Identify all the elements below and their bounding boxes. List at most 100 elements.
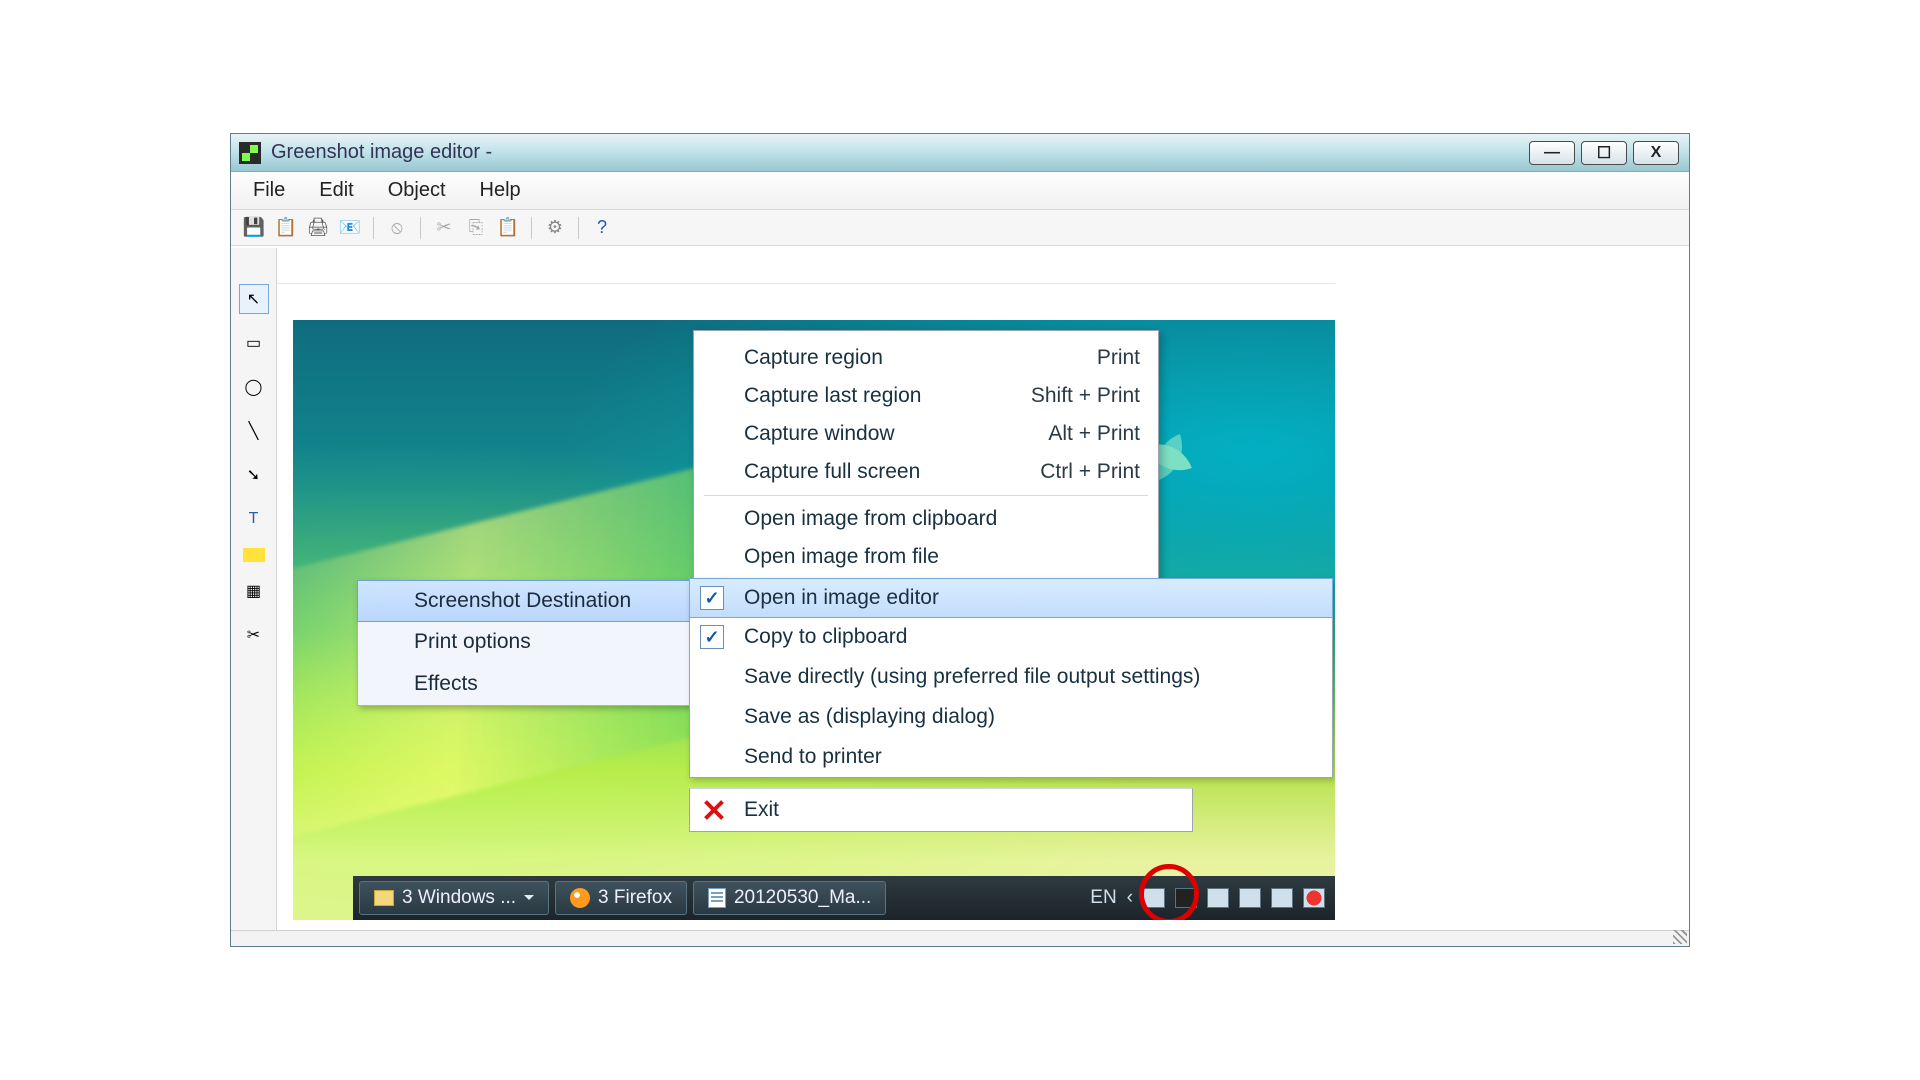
- arrow-tool-icon[interactable]: ➘: [239, 460, 269, 490]
- language-indicator[interactable]: EN: [1090, 887, 1116, 909]
- dest-send-to-printer[interactable]: Send to printer: [690, 737, 1332, 777]
- checkbox-checked-icon: ✓: [700, 586, 724, 610]
- copy-icon[interactable]: ⎘: [463, 216, 489, 240]
- menubar: File Edit Object Help: [231, 172, 1689, 210]
- image-canvas[interactable]: Capture region Print Capture last region…: [293, 320, 1335, 920]
- chevron-down-icon: [524, 895, 534, 905]
- document-icon: [708, 888, 726, 908]
- dest-copy-clipboard[interactable]: ✓ Copy to clipboard: [690, 617, 1332, 657]
- email-icon[interactable]: 📧: [337, 216, 363, 240]
- ruler-area: [277, 248, 1335, 284]
- minimize-button[interactable]: —: [1529, 141, 1575, 165]
- line-tool-icon[interactable]: ╲: [239, 416, 269, 446]
- cut-icon[interactable]: ✂: [431, 216, 457, 240]
- menu-capture-fullscreen[interactable]: Capture full screen Ctrl + Print: [694, 453, 1158, 491]
- cursor-tool-icon[interactable]: ↖: [239, 284, 269, 314]
- menu-shortcut: Shift + Print: [1031, 384, 1140, 408]
- submenu-label: Send to printer: [744, 745, 882, 769]
- menu-label: Capture full screen: [744, 460, 920, 484]
- menu-shortcut: Alt + Print: [1048, 422, 1140, 446]
- menu-separator: [704, 495, 1148, 496]
- submenu-label: Open in image editor: [744, 586, 939, 610]
- taskbar-label: 3 Windows ...: [402, 887, 516, 909]
- tool-palette: ↖ ▭ ◯ ╲ ➘ T ▦ ✂: [231, 248, 277, 930]
- menu-label: Open image from file: [744, 545, 939, 569]
- submenu-label: Save directly (using preferred file outp…: [744, 665, 1200, 689]
- menu-label: Exit: [744, 798, 779, 822]
- submenu-screenshot-destination[interactable]: Screenshot Destination: [357, 580, 729, 622]
- menu-file[interactable]: File: [253, 179, 285, 202]
- taskbar-label: 3 Firefox: [598, 887, 672, 909]
- submenu-label: Screenshot Destination: [414, 589, 631, 613]
- settings-icon[interactable]: ⚙: [542, 216, 568, 240]
- menu-label: Open image from clipboard: [744, 507, 997, 531]
- clipboard-icon[interactable]: 📋: [273, 216, 299, 240]
- folder-icon: [374, 890, 394, 906]
- submenu-effects[interactable]: Effects: [358, 663, 728, 705]
- close-icon: [702, 799, 724, 821]
- annotation-circle-icon: [1139, 864, 1199, 920]
- submenu-label: Copy to clipboard: [744, 625, 907, 649]
- menu-edit[interactable]: Edit: [319, 179, 353, 202]
- separator: [531, 217, 532, 239]
- submenu-label: Save as (displaying dialog): [744, 705, 995, 729]
- menu-capture-region[interactable]: Capture region Print: [694, 339, 1158, 377]
- disabled-circle-icon: ⦸: [384, 216, 410, 240]
- windows-taskbar: 3 Windows ... 3 Firefox 20120530_Ma...: [353, 876, 1335, 920]
- text-tool-icon[interactable]: T: [239, 504, 269, 534]
- taskbar-item-firefox[interactable]: 3 Firefox: [555, 881, 687, 915]
- taskbar-item-explorer[interactable]: 3 Windows ...: [359, 881, 549, 915]
- settings-submenu: Screenshot Destination Print options Eff…: [357, 580, 729, 706]
- menu-object[interactable]: Object: [388, 179, 446, 202]
- menu-help[interactable]: Help: [480, 179, 521, 202]
- canvas-pane: Capture region Print Capture last region…: [277, 248, 1335, 930]
- dest-open-in-editor[interactable]: ✓ Open in image editor: [689, 578, 1333, 618]
- dest-save-directly[interactable]: Save directly (using preferred file outp…: [690, 657, 1332, 697]
- obfuscate-tool-icon[interactable]: ▦: [239, 576, 269, 606]
- titlebar[interactable]: Greenshot image editor - — ☐ X: [231, 134, 1689, 172]
- tray-icon[interactable]: [1239, 888, 1261, 908]
- menu-capture-last-region[interactable]: Capture last region Shift + Print: [694, 377, 1158, 415]
- dest-save-as[interactable]: Save as (displaying dialog): [690, 697, 1332, 737]
- resize-grip-icon[interactable]: [1673, 930, 1687, 944]
- close-button[interactable]: X: [1633, 141, 1679, 165]
- menu-shortcut: Print: [1097, 346, 1140, 370]
- firefox-icon: [570, 888, 590, 908]
- rectangle-tool-icon[interactable]: ▭: [239, 328, 269, 358]
- submenu-print-options[interactable]: Print options: [358, 621, 728, 663]
- toolbar: 💾 📋 🖨 📧 ⦸ ✂ ⎘ 📋 ⚙ ?: [231, 210, 1689, 246]
- separator: [420, 217, 421, 239]
- tray-blocked-icon[interactable]: [1303, 888, 1325, 908]
- tray-icon[interactable]: [1207, 888, 1229, 908]
- separator: [578, 217, 579, 239]
- ellipse-tool-icon[interactable]: ◯: [239, 372, 269, 402]
- statusbar: [231, 930, 1689, 946]
- maximize-button[interactable]: ☐: [1581, 141, 1627, 165]
- taskbar-item-document[interactable]: 20120530_Ma...: [693, 881, 886, 915]
- tray-network-icon[interactable]: [1271, 888, 1293, 908]
- window-title: Greenshot image editor -: [271, 141, 492, 164]
- crop-tool-icon[interactable]: ✂: [239, 620, 269, 650]
- checkbox-checked-icon: ✓: [700, 625, 724, 649]
- menu-label: Capture region: [744, 346, 883, 370]
- taskbar-label: 20120530_Ma...: [734, 887, 871, 909]
- menu-open-from-file[interactable]: Open image from file: [694, 538, 1158, 576]
- highlight-tool-icon[interactable]: [243, 548, 265, 562]
- tray-context-menu: Capture region Print Capture last region…: [693, 330, 1159, 594]
- menu-label: Capture last region: [744, 384, 921, 408]
- menu-capture-window[interactable]: Capture window Alt + Print: [694, 415, 1158, 453]
- help-icon[interactable]: ?: [589, 216, 615, 240]
- save-icon[interactable]: 💾: [241, 216, 267, 240]
- submenu-label: Effects: [414, 672, 478, 696]
- tray-expand-icon[interactable]: ‹: [1127, 887, 1133, 909]
- submenu-label: Print options: [414, 630, 531, 654]
- destination-submenu: ✓ Open in image editor ✓ Copy to clipboa…: [689, 578, 1333, 778]
- menu-shortcut: Ctrl + Print: [1040, 460, 1140, 484]
- blank-panel: [1335, 248, 1689, 930]
- paste-icon[interactable]: 📋: [495, 216, 521, 240]
- app-icon: [239, 142, 261, 164]
- print-icon[interactable]: 🖨: [305, 216, 331, 240]
- menu-open-from-clipboard[interactable]: Open image from clipboard: [694, 500, 1158, 538]
- menu-label: Capture window: [744, 422, 895, 446]
- menu-exit[interactable]: Exit: [689, 788, 1193, 832]
